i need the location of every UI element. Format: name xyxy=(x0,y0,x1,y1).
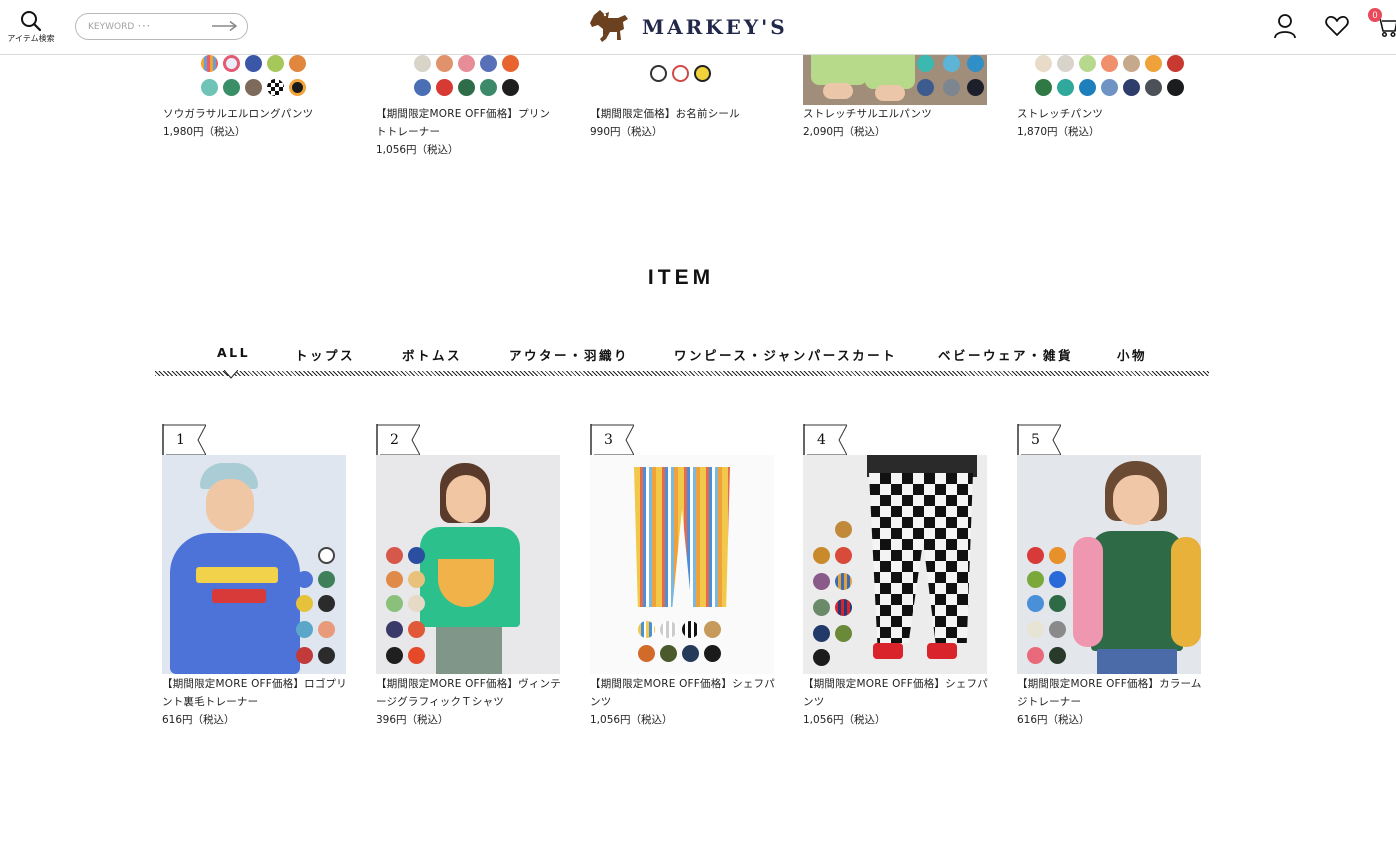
product-name[interactable]: 【期間限定MORE OFF価格】カラームジトレーナー xyxy=(1017,675,1205,711)
product-name[interactable]: ストレッチパンツ xyxy=(1017,105,1201,123)
item-section-title: ITEM xyxy=(647,266,715,289)
product-name[interactable]: ソウガラサルエルロングパンツ xyxy=(163,105,347,123)
tab-accessories[interactable]: 小物 xyxy=(1117,345,1147,364)
product-image-4[interactable] xyxy=(803,55,987,105)
product-name[interactable]: 【期間限定MORE OFF価格】ヴィンテージグラフィックＴシャツ xyxy=(376,675,564,711)
active-tab-pointer xyxy=(224,370,238,379)
product-name[interactable]: 【期間限定価格】お名前シール xyxy=(590,105,774,123)
product-image[interactable] xyxy=(1017,455,1201,674)
product-image-2[interactable] xyxy=(376,55,560,105)
tab-babywear[interactable]: ベビーウェア・雑貨 xyxy=(938,345,1073,364)
tab-tops[interactable]: トップス xyxy=(295,345,355,364)
tab-divider xyxy=(155,371,1209,376)
search-caption: アイテム検索 xyxy=(7,34,55,43)
rank-number: 5 xyxy=(1031,432,1040,448)
product-price: 2,090円（税込） xyxy=(803,126,886,138)
product-card[interactable]: 【期間限定価格】お名前シール 990円（税込） xyxy=(590,105,774,141)
keyword-input[interactable] xyxy=(88,19,206,35)
keyword-search-box xyxy=(75,13,248,40)
tab-all[interactable]: ALL xyxy=(217,345,250,360)
product-price: 1,056円（税込） xyxy=(376,144,459,156)
account-icon[interactable] xyxy=(1273,13,1297,39)
product-image[interactable] xyxy=(803,455,987,674)
product-price: 616円（税込） xyxy=(1017,714,1090,726)
ranking-info: 【期間限定MORE OFF価格】ヴィンテージグラフィックＴシャツ 396円（税込… xyxy=(376,675,564,729)
product-price: 616円（税込） xyxy=(162,714,235,726)
product-price: 396円（税込） xyxy=(376,714,449,726)
rank-number: 2 xyxy=(390,432,399,448)
product-name[interactable]: 【期間限定MORE OFF価格】プリントトレーナー xyxy=(376,105,556,141)
rank-number: 3 xyxy=(604,432,613,448)
arrow-right-icon[interactable] xyxy=(212,20,238,32)
product-image-3[interactable] xyxy=(590,55,774,105)
horse-logo-icon xyxy=(590,10,628,42)
product-name[interactable]: 【期間限定MORE OFF価格】シェフパンツ xyxy=(590,675,778,711)
search-icon xyxy=(21,11,42,32)
category-tabs: ALL トップス ボトムス アウター・羽織り ワンピース・ジャンパースカート ベ… xyxy=(155,340,1209,380)
ranking-info: 【期間限定MORE OFF価格】シェフパンツ 1,056円（税込） xyxy=(803,675,991,729)
product-image[interactable] xyxy=(590,455,774,674)
tab-outer[interactable]: アウター・羽織り xyxy=(509,345,629,364)
product-price: 1,980円（税込） xyxy=(163,126,246,138)
product-image[interactable] xyxy=(162,455,346,674)
product-price: 1,056円（税込） xyxy=(590,714,673,726)
product-card[interactable]: 【期間限定MORE OFF価格】プリントトレーナー 1,056円（税込） xyxy=(376,105,556,159)
product-image-1[interactable] xyxy=(163,55,347,105)
ranking-info: 【期間限定MORE OFF価格】ロゴプリント裏毛トレーナー 616円（税込） xyxy=(162,675,350,729)
site-logo[interactable]: MARKEY'S xyxy=(588,6,788,48)
product-name[interactable]: 【期間限定MORE OFF価格】ロゴプリント裏毛トレーナー xyxy=(162,675,350,711)
logo-text: MARKEY'S xyxy=(642,15,788,39)
site-header: アイテム検索 MARKEY'S 0 xyxy=(0,0,1396,55)
item-search-button[interactable]: アイテム検索 xyxy=(6,10,56,50)
ranking-info: 【期間限定MORE OFF価格】カラームジトレーナー 616円（税込） xyxy=(1017,675,1205,729)
product-card[interactable]: ストレッチサルエルパンツ 2,090円（税込） xyxy=(803,105,987,141)
ranking-info: 【期間限定MORE OFF価格】シェフパンツ 1,056円（税込） xyxy=(590,675,778,729)
rank-number: 1 xyxy=(176,432,185,448)
product-price: 990円（税込） xyxy=(590,126,663,138)
tab-bottoms[interactable]: ボトムス xyxy=(402,345,462,364)
product-price: 1,870円（税込） xyxy=(1017,126,1100,138)
heart-icon[interactable] xyxy=(1325,15,1349,37)
product-image-5[interactable] xyxy=(1017,55,1201,105)
product-name[interactable]: 【期間限定MORE OFF価格】シェフパンツ xyxy=(803,675,991,711)
product-image[interactable] xyxy=(376,455,560,674)
tab-onepiece[interactable]: ワンピース・ジャンパースカート xyxy=(674,345,897,364)
product-price: 1,056円（税込） xyxy=(803,714,886,726)
product-name[interactable]: ストレッチサルエルパンツ xyxy=(803,105,987,123)
product-card[interactable]: ストレッチパンツ 1,870円（税込） xyxy=(1017,105,1201,141)
cart-button[interactable]: 0 xyxy=(1368,8,1396,38)
cart-count-badge: 0 xyxy=(1368,8,1382,22)
rank-number: 4 xyxy=(817,432,826,448)
product-card[interactable]: ソウガラサルエルロングパンツ 1,980円（税込） xyxy=(163,105,347,141)
